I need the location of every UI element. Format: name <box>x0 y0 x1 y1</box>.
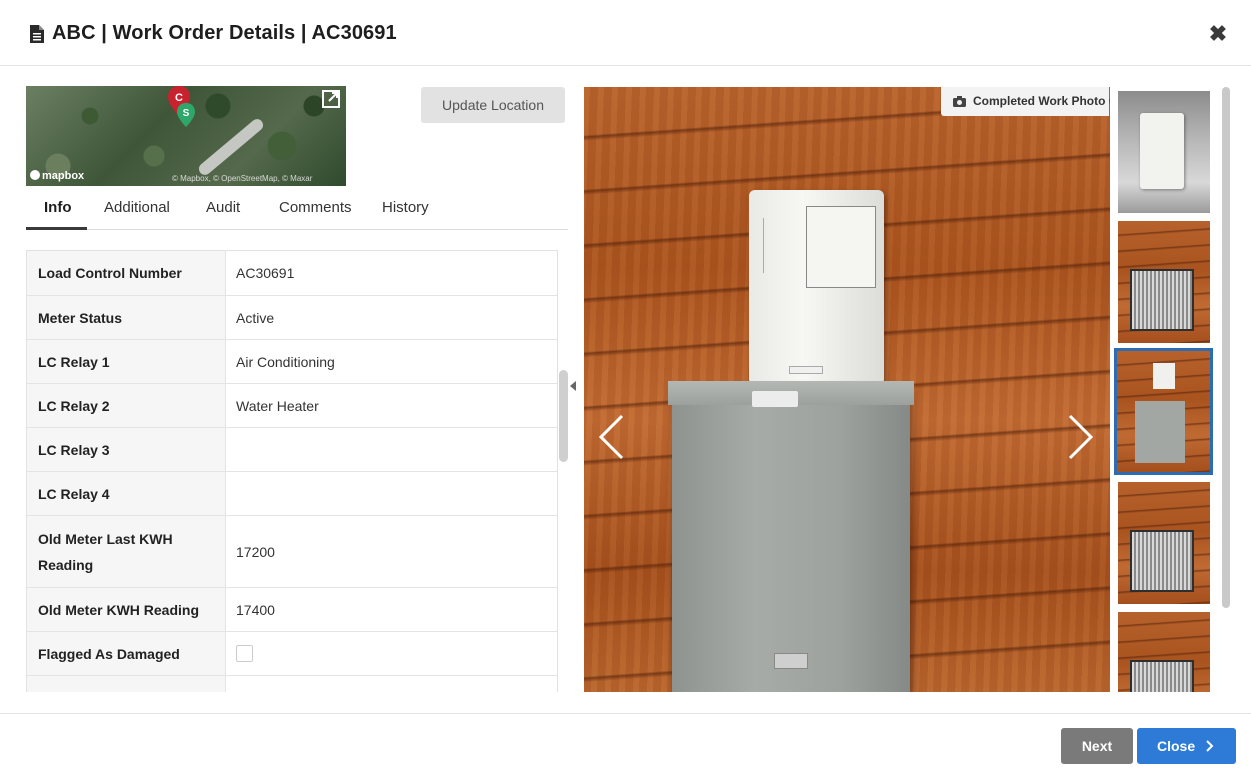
document-icon <box>30 25 44 43</box>
open-external-icon[interactable] <box>322 90 340 108</box>
table-row: LC Relay 4 <box>27 472 557 516</box>
row-label: Old Meter KWH Reading <box>27 588 226 631</box>
row-value <box>226 472 557 515</box>
map-pin-s-label: S <box>183 108 190 119</box>
photo-type-label: Completed Work Photo <box>941 87 1109 116</box>
row-value: 17400 <box>236 601 275 618</box>
thumbnail-box <box>1135 401 1185 463</box>
photo-thumbnail[interactable] <box>1118 482 1210 604</box>
mapbox-logo-icon <box>30 170 40 180</box>
mapbox-logo: mapbox <box>30 170 84 182</box>
table-row: Old Meter KWH Reading 17400 <box>27 588 557 632</box>
device-label-side <box>763 218 803 273</box>
thumbnail-ac-unit <box>1130 660 1194 692</box>
box-latch <box>752 391 798 407</box>
thumbnail-device <box>1153 363 1175 389</box>
chevron-right-icon <box>1206 740 1214 752</box>
row-value: Water Heater <box>236 397 319 414</box>
tab-info[interactable]: Info <box>44 199 72 216</box>
box-clip <box>774 653 808 669</box>
table-row-partial <box>27 676 557 692</box>
load-control-device <box>749 190 884 385</box>
tab-comments[interactable]: Comments <box>279 199 352 216</box>
close-icon[interactable]: ✖ <box>1208 23 1228 45</box>
row-label <box>27 676 226 692</box>
thumbnail-ac-unit <box>1130 269 1194 331</box>
collapse-panel-icon[interactable] <box>570 381 576 391</box>
tab-history[interactable]: History <box>382 199 429 216</box>
table-row: Flagged As Damaged <box>27 632 557 676</box>
row-label: Old Meter Last KWH Reading <box>27 516 226 587</box>
device-label <box>806 206 876 288</box>
row-label: LC Relay 4 <box>27 472 226 515</box>
close-button-label: Close <box>1157 738 1196 754</box>
table-row: Load Control Number AC30691 <box>27 251 557 296</box>
row-label: Meter Status <box>27 296 226 339</box>
row-label: Load Control Number <box>27 251 226 295</box>
photo-thumbnail[interactable] <box>1118 91 1210 213</box>
table-row: LC Relay 1 Air Conditioning <box>27 340 557 384</box>
thumbnail-ac-unit <box>1130 530 1194 592</box>
detail-tabs: Info Additional Audit Comments History <box>26 190 568 230</box>
previous-photo-icon[interactable] <box>598 414 624 460</box>
row-value: Active <box>236 309 275 326</box>
thumbnail-scrollbar[interactable] <box>1222 87 1230 608</box>
row-label: Flagged As Damaged <box>27 632 226 675</box>
details-scrollbar[interactable] <box>559 370 568 462</box>
row-value <box>226 676 557 692</box>
next-button[interactable]: Next <box>1061 728 1133 764</box>
tab-additional[interactable]: Additional <box>104 199 170 216</box>
table-row: Meter Status Active <box>27 296 557 340</box>
photo-thumbnail-selected[interactable] <box>1114 348 1213 475</box>
flagged-damaged-checkbox[interactable] <box>236 645 253 662</box>
modal-header: ABC | Work Order Details | AC30691 ✖ <box>0 0 1251 66</box>
thumbnail-strip <box>1114 87 1216 692</box>
thumbnail-device <box>1140 113 1184 189</box>
device-tag <box>789 366 823 374</box>
camera-icon <box>953 96 966 107</box>
row-value <box>226 632 557 675</box>
work-photo-viewer[interactable] <box>584 87 1110 692</box>
map-pin-s-icon[interactable]: S <box>176 103 196 127</box>
row-value <box>226 428 557 471</box>
active-tab-indicator <box>26 227 87 230</box>
photo-thumbnail[interactable] <box>1118 612 1210 692</box>
row-label: LC Relay 3 <box>27 428 226 471</box>
row-value: AC30691 <box>236 265 295 281</box>
row-label: LC Relay 2 <box>27 384 226 427</box>
row-value: Air Conditioning <box>236 353 335 370</box>
location-map[interactable]: C S mapbox © Mapbox, © OpenStreetMap, © … <box>26 86 346 186</box>
tab-audit[interactable]: Audit <box>206 199 240 216</box>
table-row: Old Meter Last KWH Reading 17200 <box>27 516 557 588</box>
page-title: ABC | Work Order Details | AC30691 <box>52 22 397 44</box>
table-row: LC Relay 2 Water Heater <box>27 384 557 428</box>
electrical-box <box>668 381 914 692</box>
update-location-button[interactable]: Update Location <box>421 87 565 123</box>
row-value: 17200 <box>236 543 275 560</box>
map-attribution[interactable]: © Mapbox, © OpenStreetMap, © Maxar <box>172 174 312 183</box>
map-road <box>196 116 266 178</box>
row-label: LC Relay 1 <box>27 340 226 383</box>
table-row: LC Relay 3 <box>27 428 557 472</box>
mapbox-logo-text: mapbox <box>42 170 85 182</box>
next-photo-icon[interactable] <box>1068 414 1094 460</box>
photo-thumbnail[interactable] <box>1118 221 1210 343</box>
details-table: Load Control Number AC30691 Meter Status… <box>26 250 558 692</box>
close-button[interactable]: Close <box>1137 728 1236 764</box>
